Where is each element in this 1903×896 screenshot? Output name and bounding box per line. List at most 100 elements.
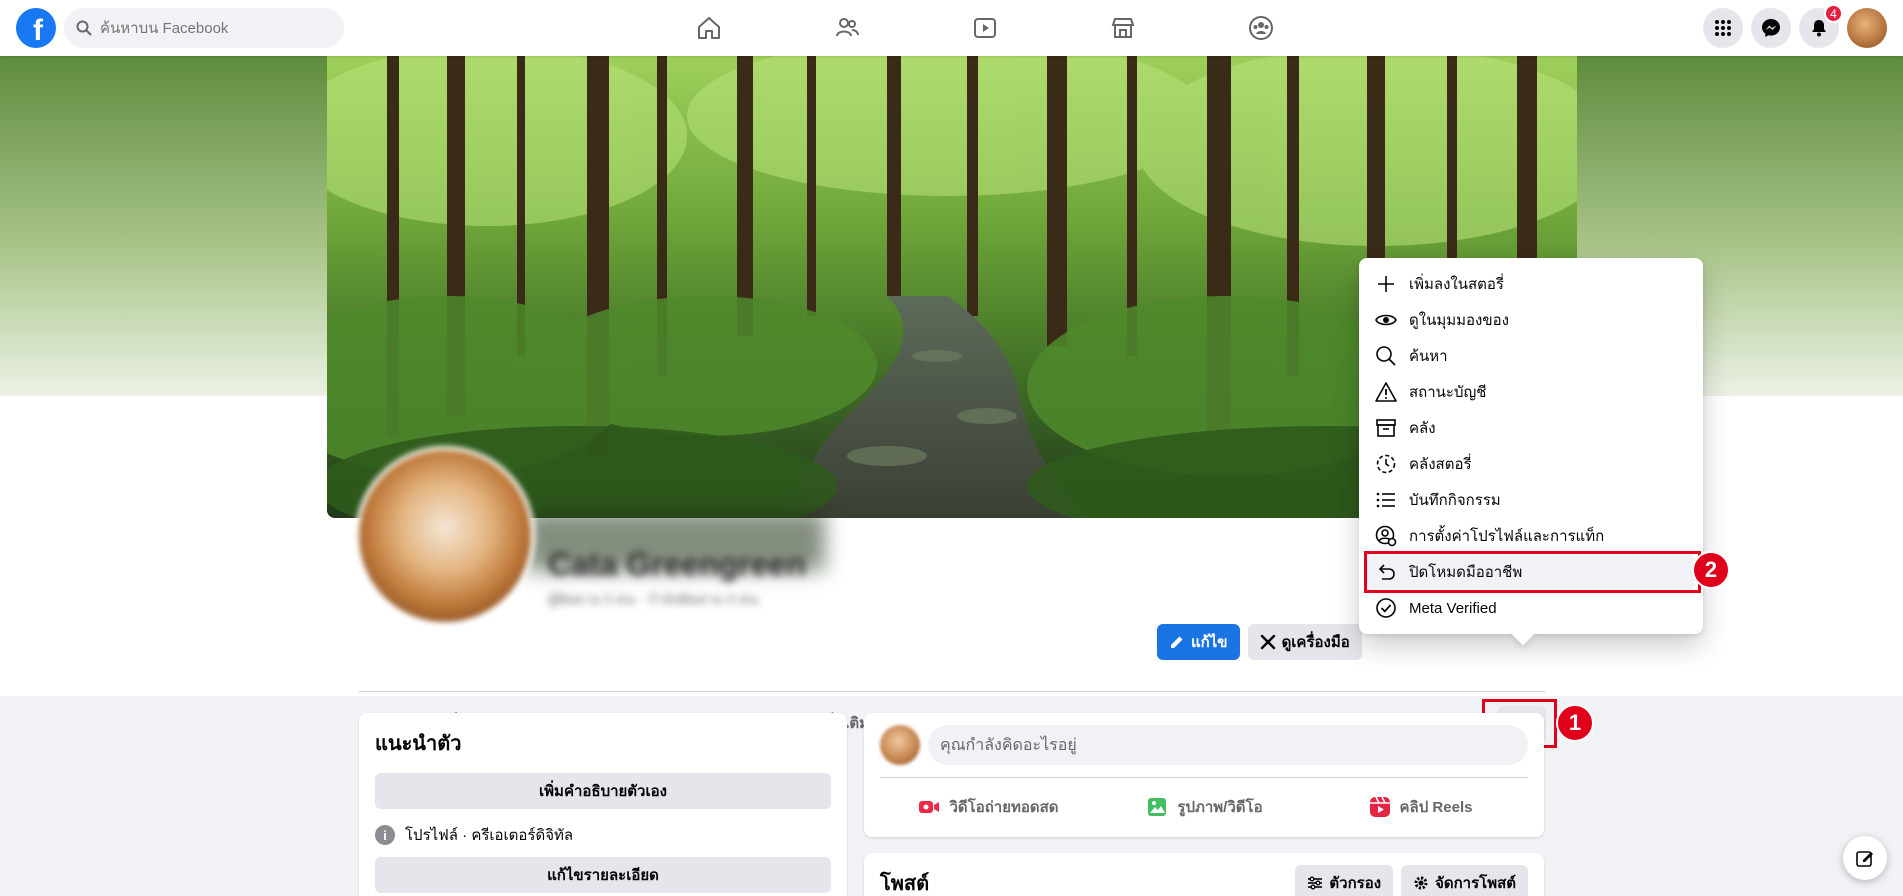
info-icon: i — [375, 825, 395, 845]
edit-profile-button[interactable]: แก้ไข — [1157, 624, 1240, 660]
archive-icon — [1376, 419, 1396, 437]
compose-icon — [1856, 851, 1873, 867]
menu-item-view-as[interactable]: ดูในมุมมองของ — [1367, 302, 1695, 338]
step-1-badge: 1 — [1556, 704, 1594, 742]
intro-title: แนะนำตัว — [375, 733, 462, 755]
profile-follow-counts: ผู้ติดตาม 0 คน · กำลังติดตาม 0 คน — [548, 591, 759, 607]
friends-icon — [836, 18, 859, 37]
filter-icon — [1308, 876, 1323, 890]
marketplace-icon — [1111, 18, 1135, 38]
menu-item-label: บันทึกกิจกรรม — [1409, 492, 1501, 509]
composer-avatar[interactable] — [880, 725, 920, 765]
profile-name-block: Cata Greengreen ผู้ติดตาม 0 คน · กำลังติ… — [548, 546, 806, 611]
warning-icon — [1375, 382, 1397, 402]
search-input[interactable] — [100, 19, 320, 37]
edit-details-button[interactable]: แก้ไขรายละเอียด — [375, 857, 831, 893]
search-icon — [1376, 346, 1396, 366]
reels-button[interactable]: คลิป Reels — [1312, 785, 1528, 829]
whats-on-your-mind-input[interactable]: คุณกำลังคิดอะไรอยู่ — [928, 725, 1528, 765]
search-icon — [76, 20, 92, 36]
facebook-logo[interactable]: f — [16, 8, 56, 48]
view-tools-button[interactable]: ดูเครื่องมือ — [1247, 624, 1362, 660]
grid-menu-icon — [1715, 20, 1731, 36]
menu-item-account-status[interactable]: สถานะบัญชี — [1367, 374, 1695, 410]
menu-item-turn-off-professional-mode[interactable]: ปิดโหมดมืออาชีพ — [1364, 551, 1701, 593]
filter-button[interactable]: ตัวกรอง — [1295, 865, 1394, 896]
edit-profile-label: แก้ไข — [1191, 634, 1228, 651]
profile-actions: แก้ไข ดูเครื่องมือ — [1157, 624, 1362, 660]
composer-divider — [880, 777, 1528, 778]
new-message-button[interactable] — [1843, 836, 1887, 880]
nav-home[interactable] — [640, 0, 778, 56]
add-bio-button[interactable]: เพิ่มคำอธิบายตัวเอง — [375, 773, 831, 809]
intro-card: แนะนำตัว เพิ่มคำอธิบายตัวเอง i โปรไฟล์ ·… — [359, 713, 847, 896]
menu-item-profile-settings[interactable]: การตั้งค่าโปรไฟล์และการแท็ก — [1367, 518, 1695, 554]
notifications-button[interactable]: 4 — [1799, 4, 1843, 48]
story-archive-icon — [1376, 454, 1396, 474]
menu-button[interactable] — [1703, 8, 1743, 48]
profile-name: Cata Greengreen — [548, 546, 806, 582]
menu-item-label: สถานะบัญชี — [1409, 384, 1487, 401]
messenger-button[interactable] — [1751, 8, 1791, 48]
posts-buttons: ตัวกรอง จัดการโพสต์ — [1295, 865, 1528, 896]
live-video-label: วิดีโอถ่ายทอดสด — [949, 799, 1059, 816]
account-avatar[interactable] — [1847, 8, 1887, 48]
photo-video-label: รูปภาพ/วิดีโอ — [1177, 799, 1263, 816]
manage-posts-label: จัดการโพสต์ — [1435, 875, 1516, 892]
tabs-divider — [359, 691, 1545, 692]
plus-icon — [1378, 276, 1394, 292]
watch-icon — [974, 18, 996, 38]
photo-video-button[interactable]: รูปภาพ/วิดีโอ — [1096, 785, 1312, 829]
messenger-icon — [1762, 19, 1780, 37]
pencil-icon — [1171, 636, 1183, 648]
posts-title: โพสต์ — [880, 873, 930, 895]
profile-settings-icon — [1375, 525, 1397, 547]
view-tools-label: ดูเครื่องมือ — [1281, 634, 1350, 651]
search-box[interactable] — [64, 8, 344, 48]
reels-label: คลิป Reels — [1399, 799, 1473, 816]
menu-item-label: ปิดโหมดมืออาชีพ — [1409, 564, 1523, 581]
composer-actions: วิดีโอถ่ายทอดสด รูปภาพ/วิดีโอ คลิป Reels — [880, 785, 1528, 829]
profile-type-row: i โปรไฟล์ · ครีเอเตอร์ดิจิทัล — [375, 823, 831, 847]
menu-item-label: ดูในมุมมองของ — [1409, 312, 1509, 329]
profile-more-menu: เพิ่มลงในสตอรี่ ดูในมุมมองของ ค้นหา สถาน… — [1359, 258, 1703, 634]
reels-icon — [1369, 796, 1390, 817]
tools-icon — [1260, 634, 1275, 650]
profile-type-text: โปรไฟล์ · ครีเอเตอร์ดิจิทัล — [405, 827, 574, 844]
menu-item-label: ค้นหา — [1409, 348, 1448, 365]
menu-item-activity-log[interactable]: บันทึกกิจกรรม — [1367, 482, 1695, 518]
bell-icon — [1812, 20, 1826, 37]
menu-item-label: คลัง — [1409, 420, 1436, 437]
home-icon — [698, 17, 720, 39]
menu-item-meta-verified[interactable]: Meta Verified — [1367, 590, 1695, 626]
manage-posts-button[interactable]: จัดการโพสต์ — [1401, 865, 1528, 896]
list-icon — [1376, 492, 1395, 508]
filter-label: ตัวกรอง — [1329, 875, 1382, 892]
live-video-icon — [919, 801, 940, 813]
menu-item-archive[interactable]: คลัง — [1367, 410, 1695, 446]
profile-picture[interactable] — [355, 446, 535, 626]
nav-marketplace[interactable] — [1054, 0, 1192, 56]
top-navigation-bar: f 4 — [0, 0, 1903, 56]
nav-friends[interactable] — [778, 0, 916, 56]
post-composer: คุณกำลังคิดอะไรอยู่ วิดีโอถ่ายทอดสด รูปภ… — [864, 713, 1544, 837]
nav-watch[interactable] — [916, 0, 1054, 56]
groups-icon — [1249, 16, 1273, 40]
step-2-badge: 2 — [1692, 551, 1730, 589]
menu-item-label: Meta Verified — [1409, 599, 1497, 617]
gear-icon — [1414, 876, 1428, 890]
undo-icon — [1378, 564, 1395, 580]
nav-groups[interactable] — [1192, 0, 1330, 56]
live-video-button[interactable]: วิดีโอถ่ายทอดสด — [880, 785, 1096, 829]
main-nav-tabs — [640, 0, 1330, 56]
menu-item-story-archive[interactable]: คลังสตอรี่ — [1367, 446, 1695, 482]
notification-badge: 4 — [1824, 4, 1843, 23]
menu-item-label: เพิ่มลงในสตอรี่ — [1409, 276, 1504, 293]
verified-icon — [1376, 598, 1396, 618]
photo-icon — [1148, 798, 1167, 816]
menu-item-search[interactable]: ค้นหา — [1367, 338, 1695, 374]
eye-icon — [1375, 314, 1397, 326]
posts-header-card: โพสต์ ตัวกรอง จัดการโพสต์ — [864, 853, 1544, 896]
menu-item-add-to-story[interactable]: เพิ่มลงในสตอรี่ — [1367, 266, 1695, 302]
menu-item-label: คลังสตอรี่ — [1409, 456, 1472, 473]
